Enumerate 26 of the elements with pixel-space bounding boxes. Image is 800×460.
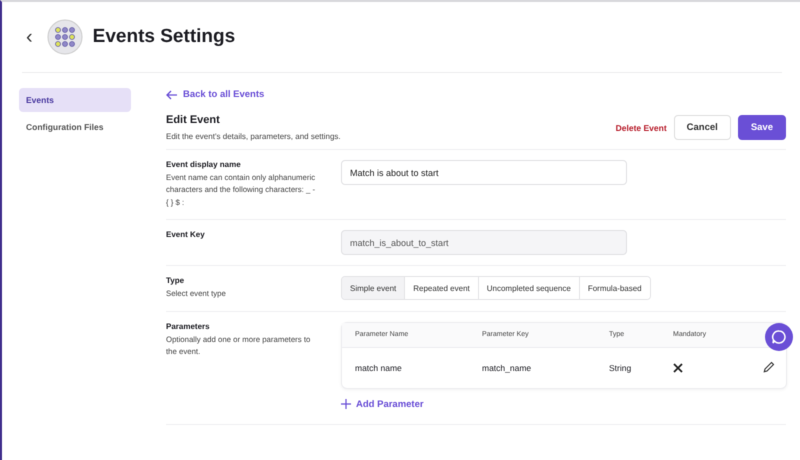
- speech-bubble-icon: [771, 329, 787, 345]
- section-subtitle: Edit the event’s details, parameters, and settings.: [166, 132, 341, 141]
- chat-button[interactable]: [765, 323, 793, 351]
- segment-tab[interactable]: Simple event: [342, 277, 406, 300]
- sidebar-item[interactable]: Configuration Files: [19, 115, 131, 139]
- edit-icon[interactable]: [763, 360, 775, 373]
- table-cell-text: match name: [355, 362, 403, 373]
- text-field[interactable]: Match is about to start: [341, 160, 627, 185]
- section-title: Edit Event: [166, 114, 221, 126]
- field-label: Type: [166, 276, 186, 286]
- save-button[interactable]: Save: [738, 115, 786, 140]
- cancel-button[interactable]: Cancel: [674, 115, 731, 140]
- delete-link[interactable]: Delete Event: [616, 122, 667, 132]
- field-label: Event display name: [166, 160, 242, 169]
- table-cell-text: String: [609, 362, 632, 373]
- back-link[interactable]: Back to all Events: [166, 89, 786, 100]
- page-title: Events Settings: [92, 26, 236, 48]
- field-label: Parameters: [166, 322, 211, 331]
- sidebar-item[interactable]: Events: [19, 88, 131, 112]
- arrow-left-icon: [166, 90, 178, 100]
- field-label: Event Key: [166, 230, 206, 240]
- table-cell-text: match_name: [482, 362, 532, 373]
- plus-icon: [341, 399, 351, 410]
- app-logo-icon: [46, 19, 83, 55]
- back-button[interactable]: ‹: [26, 26, 33, 48]
- add-parameter-link[interactable]: Add Parameter: [341, 398, 424, 410]
